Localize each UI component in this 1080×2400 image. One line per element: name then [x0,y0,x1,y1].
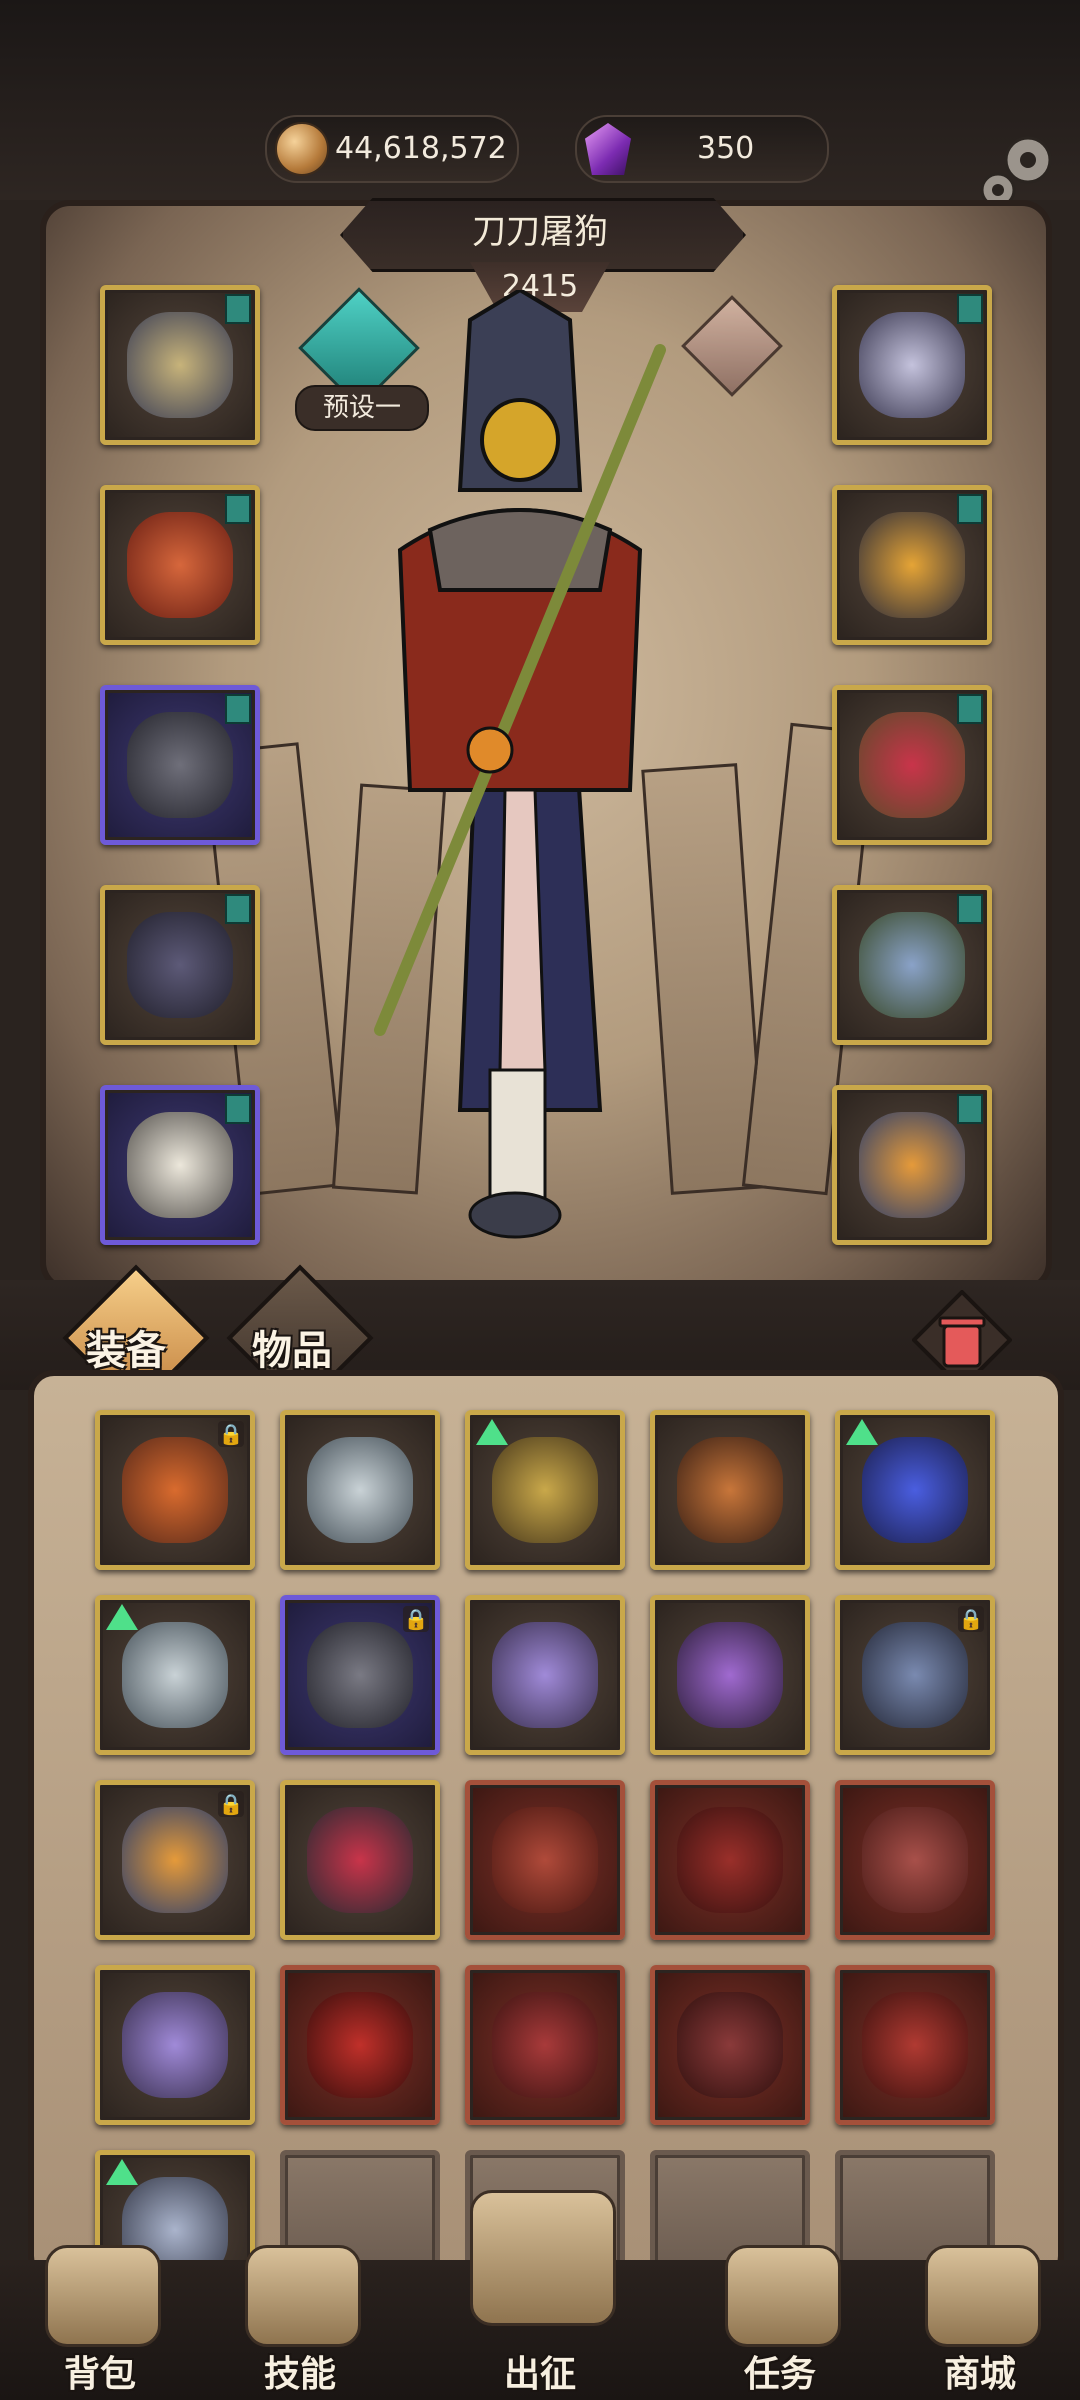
equipped-tag-icon [957,294,983,324]
sapphire-heart-amulet-icon [862,1437,968,1543]
ruby-bracer-icon [307,1807,413,1913]
equipped-tag-icon [225,894,251,924]
dark-leg-armor-icon [127,912,233,1018]
equip-slot-offhand[interactable] [832,1085,992,1245]
inventory-slot[interactable] [280,1965,440,2125]
inventory-slot[interactable] [465,1965,625,2125]
inventory-slot[interactable] [95,1965,255,2125]
hero-character [374,290,666,1239]
equipped-tag-icon [957,1094,983,1124]
equip-slot-gloves[interactable] [100,685,260,845]
crystal-staff-icon [122,1992,228,2098]
crimson-gauntlet-icon [862,1992,968,2098]
fire-book-icon [122,1437,228,1543]
gem-amount: 350 [697,131,755,166]
inventory-slot[interactable] [95,1595,255,1755]
inventory-slot[interactable]: 🔒 [280,1595,440,1755]
inventory-slot[interactable]: 🔒 [95,1410,255,1570]
demon-mask-icon [307,1992,413,2098]
upgrade-arrow-icon [476,1419,508,1445]
gem-counter[interactable]: 350 [575,115,829,183]
spiked-blade-icon [492,1992,598,2098]
inventory-slot[interactable] [280,1780,440,1940]
upgrade-arrow-icon [846,1419,878,1445]
nav-label-1[interactable]: 技能 [220,2345,380,2397]
lock-icon[interactable]: 🔒 [218,1421,244,1447]
crystal-gem-icon [585,123,631,175]
nav-label-2[interactable]: 出征 [460,2345,620,2397]
equip-slot-cloak[interactable] [100,485,260,645]
equipped-tag-icon [957,494,983,524]
shadow-gauntlets-icon [307,1622,413,1728]
equipped-tag-icon [225,494,251,524]
nav-label-0[interactable]: 背包 [20,2345,180,2397]
inventory-slot[interactable] [280,1410,440,1570]
orb-spellbook-icon [859,1112,965,1218]
flame-cloak-icon [127,512,233,618]
equipped-tag-icon [957,694,983,724]
horn-icon[interactable] [725,2245,841,2347]
inventory-slot[interactable] [650,1595,810,1755]
ruby-ring-icon [859,712,965,818]
silver-amulet-icon [307,1437,413,1543]
crimson-boots-icon [492,1807,598,1913]
nav-label-4[interactable]: 商城 [900,2345,1060,2397]
inventory-slot[interactable] [835,1780,995,1940]
coin-icon [275,122,329,176]
backpack-icon[interactable] [45,2245,161,2347]
top-bar [0,0,1080,200]
inventory-slot[interactable]: 🔒 [835,1595,995,1755]
equipped-tag-icon [225,694,251,724]
crystal-staff-icon [492,1622,598,1728]
equipped-tag-icon [225,294,251,324]
inventory-slot[interactable]: 🔒 [95,1780,255,1940]
silver-amulet-icon [122,1622,228,1728]
equip-slot-ring[interactable] [832,685,992,845]
nav-label-3[interactable]: 任务 [700,2345,860,2397]
inventory-slot[interactable] [465,1780,625,1940]
equip-slot-necklace[interactable] [832,285,992,445]
equip-slot-bracer[interactable] [832,485,992,645]
inventory-slot[interactable] [650,1965,810,2125]
inventory-slot[interactable] [465,1410,625,1570]
hood-helmet-icon [127,312,233,418]
thorn-amulet-icon [677,1437,783,1543]
lion-amulet-icon [492,1437,598,1543]
upgrade-arrow-icon [106,2159,138,2185]
inventory-slot[interactable] [465,1595,625,1755]
coin-amount: 44,618,572 [335,131,507,166]
hero-name[interactable]: 刀刀屠狗 [340,198,740,266]
lock-icon[interactable]: 🔒 [958,1606,984,1632]
inventory-slot[interactable] [835,1410,995,1570]
crimson-armor-icon [862,1807,968,1913]
crimson-scepter-icon [677,1992,783,2098]
amber-bracer-icon [859,512,965,618]
feather-staff-icon [859,912,965,1018]
sword-map-icon[interactable] [470,2190,616,2326]
white-boots-icon [127,1112,233,1218]
skill-card-icon[interactable] [245,2245,361,2347]
tab-equipment[interactable]: 装备 [86,1318,166,1376]
equip-slot-boots[interactable] [100,1085,260,1245]
equip-slot-legs[interactable] [100,885,260,1045]
equip-slot-weapon[interactable] [832,885,992,1045]
equip-slot-helmet[interactable] [100,285,260,445]
lock-icon[interactable]: 🔒 [218,1791,244,1817]
spiral-wand-icon [677,1622,783,1728]
coin-counter[interactable]: 44,618,572 [265,115,519,183]
skull-pendant-icon [859,312,965,418]
inventory-slot[interactable] [835,1965,995,2125]
orb-spellbook-icon [122,1807,228,1913]
inventory-slot[interactable] [650,1780,810,1940]
tab-items[interactable]: 物品 [252,1318,332,1376]
lock-icon[interactable]: 🔒 [403,1606,429,1632]
shop-icon[interactable] [925,2245,1041,2347]
wolf-armor-icon [862,1622,968,1728]
equipped-tag-icon [957,894,983,924]
inventory-slot[interactable] [650,1410,810,1570]
equipped-tag-icon [225,1094,251,1124]
crimson-chest-icon [677,1807,783,1913]
shadow-gauntlets-icon [127,712,233,818]
upgrade-arrow-icon [106,1604,138,1630]
